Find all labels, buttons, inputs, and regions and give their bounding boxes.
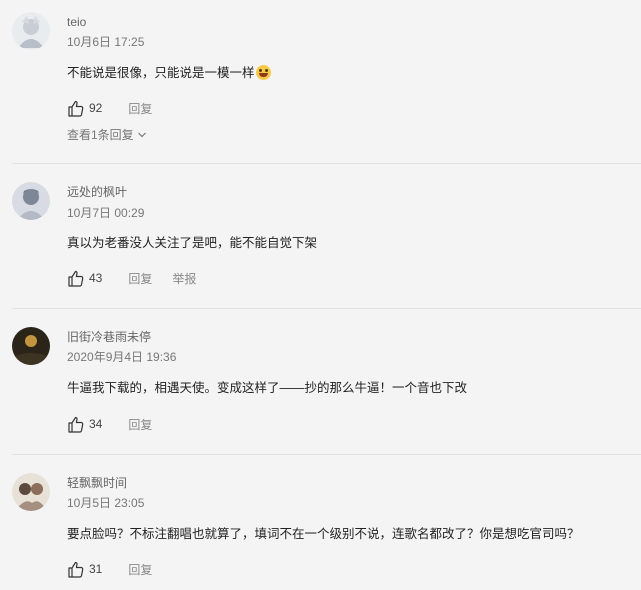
username[interactable]: teio	[67, 14, 86, 30]
reply-button[interactable]: 回复	[128, 100, 152, 117]
username[interactable]: 轻飘飘时间	[67, 475, 127, 491]
timestamp: 10月6日 17:25	[67, 35, 145, 49]
comment-text: 不能说是很像，只能说是一模一样	[67, 64, 271, 82]
thumbs-up-icon	[68, 561, 84, 578]
view-replies-link[interactable]: 查看1条回复	[67, 127, 147, 143]
like-count: 92	[89, 101, 103, 115]
timestamp: 2020年9月4日 19:36	[67, 350, 177, 364]
reply-button[interactable]: 回复	[128, 416, 152, 433]
like-count: 34	[89, 417, 103, 431]
comment-text: 要点脸吗？不标注翻唱也就算了，填词不在一个级别不说，连歌名都改了？你是想吃官司吗…	[67, 527, 580, 541]
thumbs-up-icon	[68, 270, 84, 287]
timestamp: 10月5日 23:05	[67, 496, 145, 510]
report-button[interactable]: 举报	[172, 270, 196, 287]
divider	[12, 454, 641, 455]
comment-text: 牛逼我下载的，相遇天使。变成这样了——抄的那么牛逼！一个音也下改	[67, 381, 468, 395]
like-button[interactable]: 92	[67, 100, 102, 117]
avatar[interactable]	[12, 473, 50, 511]
thumbs-up-icon	[68, 416, 84, 433]
comment-list: teio 10月6日 17:25 不能说是很像，只能说是一模一样 92 回复 查…	[0, 0, 641, 590]
divider	[12, 163, 641, 164]
like-button[interactable]: 34	[67, 416, 102, 433]
comment-actions: 92 回复	[67, 98, 152, 118]
comment-text-content: 不能说是很像，只能说是一模一样	[67, 66, 255, 80]
username[interactable]: 远处的枫叶	[67, 184, 127, 200]
username[interactable]: 旧街冷巷雨未停	[67, 329, 151, 345]
chevron-down-icon	[137, 132, 146, 138]
comment-actions: 43 回复 举报	[67, 268, 196, 288]
reply-button[interactable]: 回复	[128, 561, 152, 578]
view-replies-label: 查看1条回复	[67, 128, 134, 142]
timestamp: 10月7日 00:29	[67, 206, 145, 220]
thumbs-up-icon	[68, 100, 84, 117]
avatar[interactable]	[12, 327, 50, 365]
comment-actions: 34 回复	[67, 414, 152, 434]
reply-button[interactable]: 回复	[128, 270, 152, 287]
divider	[12, 308, 641, 309]
like-button[interactable]: 43	[67, 270, 102, 287]
grinning-sweat-emoji	[255, 65, 271, 80]
avatar[interactable]	[12, 182, 50, 220]
comment-text: 真以为老番没人关注了是吧，能不能自觉下架	[67, 236, 318, 250]
like-count: 43	[89, 271, 103, 285]
comment-actions: 31 回复	[67, 559, 152, 579]
like-count: 31	[89, 562, 103, 576]
like-button[interactable]: 31	[67, 561, 102, 578]
avatar[interactable]	[12, 12, 50, 50]
